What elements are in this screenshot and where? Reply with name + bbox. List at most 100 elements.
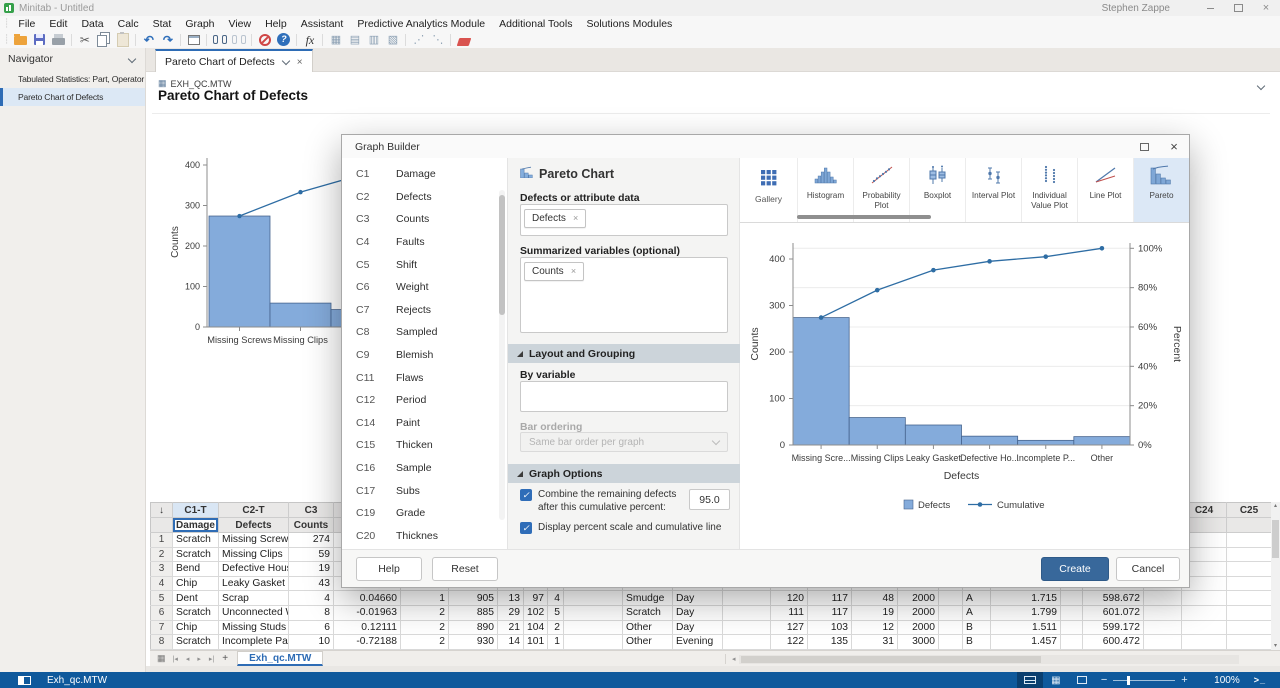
- cell-c15-r7[interactable]: 103: [808, 620, 852, 635]
- zoom-level[interactable]: 100%: [1204, 675, 1240, 686]
- cell-c11-t-r8[interactable]: Other: [623, 635, 673, 650]
- defects-field[interactable]: Defects: [520, 204, 728, 236]
- worksheet-tab[interactable]: Exh_qc.MTW: [237, 651, 323, 666]
- zoom-out-icon[interactable]: −: [1095, 674, 1113, 686]
- cell-c1-t-r7[interactable]: Chip: [173, 620, 219, 635]
- col-header-c1-t[interactable]: C1-T: [173, 503, 219, 518]
- last-worksheet-icon[interactable]: ▸|: [205, 655, 218, 663]
- menu-edit[interactable]: Edit: [42, 18, 74, 30]
- cell-c18-r6[interactable]: [939, 605, 963, 620]
- cell-c14-r8[interactable]: 122: [771, 635, 808, 650]
- cell-c9-r8[interactable]: 1: [548, 635, 564, 650]
- cell-c2-t-r8[interactable]: Incomplete Part: [219, 635, 289, 650]
- cell-c16-r5[interactable]: 48: [852, 591, 898, 606]
- cell-c18-r7[interactable]: [939, 620, 963, 635]
- dialog-column-c7[interactable]: C7Rejects: [342, 299, 507, 322]
- insert-function-icon[interactable]: fx: [300, 32, 319, 48]
- menu-graph[interactable]: Graph: [178, 18, 221, 30]
- cell-c10-r5[interactable]: [564, 591, 623, 606]
- worksheet-list-icon[interactable]: ▦: [154, 653, 169, 664]
- cell-c19-t-r8[interactable]: B: [963, 635, 991, 650]
- cell-c10-r7[interactable]: [564, 620, 623, 635]
- zoom-slider[interactable]: [1113, 680, 1175, 681]
- dialog-column-c8[interactable]: C8Sampled: [342, 321, 507, 344]
- cell-c8-r6[interactable]: 102: [524, 605, 548, 620]
- menu-additional-tools[interactable]: Additional Tools: [492, 18, 579, 30]
- cell-c25-r5[interactable]: [1227, 591, 1272, 606]
- dialog-column-c11[interactable]: C11Flaws: [342, 366, 507, 389]
- cell-c13-r8[interactable]: [723, 635, 771, 650]
- cell-c13-r7[interactable]: [723, 620, 771, 635]
- cell-c16-r8[interactable]: 31: [852, 635, 898, 650]
- delete-cells-icon[interactable]: ▤: [345, 32, 364, 48]
- cell-c4-r8[interactable]: -0.72188: [334, 635, 401, 650]
- cell-c24-r6[interactable]: [1182, 605, 1227, 620]
- cell-c3-r1[interactable]: 274: [289, 533, 334, 548]
- dialog-column-c15[interactable]: C15Thicken: [342, 434, 507, 457]
- cell-c1-t-r5[interactable]: Dent: [173, 591, 219, 606]
- cell-c3-r7[interactable]: 6: [289, 620, 334, 635]
- row-number-2[interactable]: 2: [151, 547, 173, 562]
- cell-c1-t-r2[interactable]: Scratch: [173, 547, 219, 562]
- cell-c11-t-r6[interactable]: Scratch: [623, 605, 673, 620]
- cell-c21-r5[interactable]: [1061, 591, 1083, 606]
- cell-c18-r8[interactable]: [939, 635, 963, 650]
- clear-formats-icon[interactable]: [454, 32, 473, 48]
- cell-c3-r5[interactable]: 4: [289, 591, 334, 606]
- cell-c22-r5[interactable]: 598.672: [1083, 591, 1144, 606]
- column-list-scrollbar-thumb[interactable]: [499, 195, 505, 315]
- cell-c22-r6[interactable]: 601.072: [1083, 605, 1144, 620]
- paste-icon[interactable]: [113, 32, 132, 48]
- cell-c25-r4[interactable]: [1227, 576, 1272, 591]
- cell-c3-r6[interactable]: 8: [289, 605, 334, 620]
- cell-c20-r8[interactable]: 1.457: [991, 635, 1061, 650]
- row-number-6[interactable]: 6: [151, 605, 173, 620]
- cell-c15-r5[interactable]: 117: [808, 591, 852, 606]
- help-icon[interactable]: [274, 32, 293, 48]
- insert-cells-icon[interactable]: ▦: [326, 32, 345, 48]
- counts-chip[interactable]: Counts: [524, 262, 584, 281]
- gallery-home[interactable]: Gallery: [744, 162, 793, 218]
- remove-chip-icon[interactable]: [571, 266, 576, 277]
- summarized-field[interactable]: Counts: [520, 257, 728, 333]
- row-number-8[interactable]: 8: [151, 635, 173, 650]
- cell-c1-t-r1[interactable]: Scratch: [173, 533, 219, 548]
- menu-assistant[interactable]: Assistant: [294, 18, 351, 30]
- find-icon[interactable]: [210, 32, 229, 48]
- cell-c11-t-r5[interactable]: Smudge: [623, 591, 673, 606]
- cell-c2-t-r7[interactable]: Missing Studs: [219, 620, 289, 635]
- open-project-icon[interactable]: [11, 32, 30, 48]
- cell-c24-r5[interactable]: [1182, 591, 1227, 606]
- col-header-c2-t[interactable]: C2-T: [219, 503, 289, 518]
- gallery-scrollbar-thumb[interactable]: [797, 215, 931, 219]
- collapse-output-icon[interactable]: [1257, 82, 1265, 90]
- dialog-column-c4[interactable]: C4Faults: [342, 231, 507, 254]
- cell-c19-t-r7[interactable]: B: [963, 620, 991, 635]
- navigator-item-tabulated-statistics-part-operator[interactable]: Tabulated Statistics: Part, Operator: [0, 70, 145, 88]
- hscroll-thumb[interactable]: [741, 656, 1041, 663]
- scroll-left-icon[interactable]: ◂: [729, 655, 739, 663]
- cell-c7-r7[interactable]: 21: [498, 620, 524, 635]
- cell-c9-r5[interactable]: 4: [548, 591, 564, 606]
- graph-options-section[interactable]: Graph Options: [508, 464, 740, 483]
- cell-c16-r6[interactable]: 19: [852, 605, 898, 620]
- col-header-c25[interactable]: C25: [1227, 503, 1272, 518]
- cell-c12-t-r7[interactable]: Day: [673, 620, 723, 635]
- row-number-3[interactable]: 3: [151, 562, 173, 577]
- cell-c5-r7[interactable]: 2: [401, 620, 449, 635]
- navigator-item-pareto-chart-of-defects[interactable]: Pareto Chart of Defects: [0, 88, 145, 106]
- cell-c23-r7[interactable]: [1144, 620, 1182, 635]
- cell-c6-r6[interactable]: 885: [449, 605, 498, 620]
- cell-c17-r6[interactable]: 2000: [898, 605, 939, 620]
- dialog-column-c2[interactable]: C2Defects: [342, 186, 507, 209]
- restore-button[interactable]: [1224, 0, 1252, 16]
- table-view-button[interactable]: [1017, 672, 1043, 688]
- menu-calc[interactable]: Calc: [111, 18, 146, 30]
- add-worksheet-icon[interactable]: +: [218, 653, 232, 664]
- new-window-icon[interactable]: [184, 32, 203, 48]
- cell-c25-r3[interactable]: [1227, 562, 1272, 577]
- cell-c2-t-r3[interactable]: Defective Housi: [219, 562, 289, 577]
- cell-c21-r8[interactable]: [1061, 635, 1083, 650]
- cell-c3-r3[interactable]: 19: [289, 562, 334, 577]
- dialog-column-c6[interactable]: C6Weight: [342, 276, 507, 299]
